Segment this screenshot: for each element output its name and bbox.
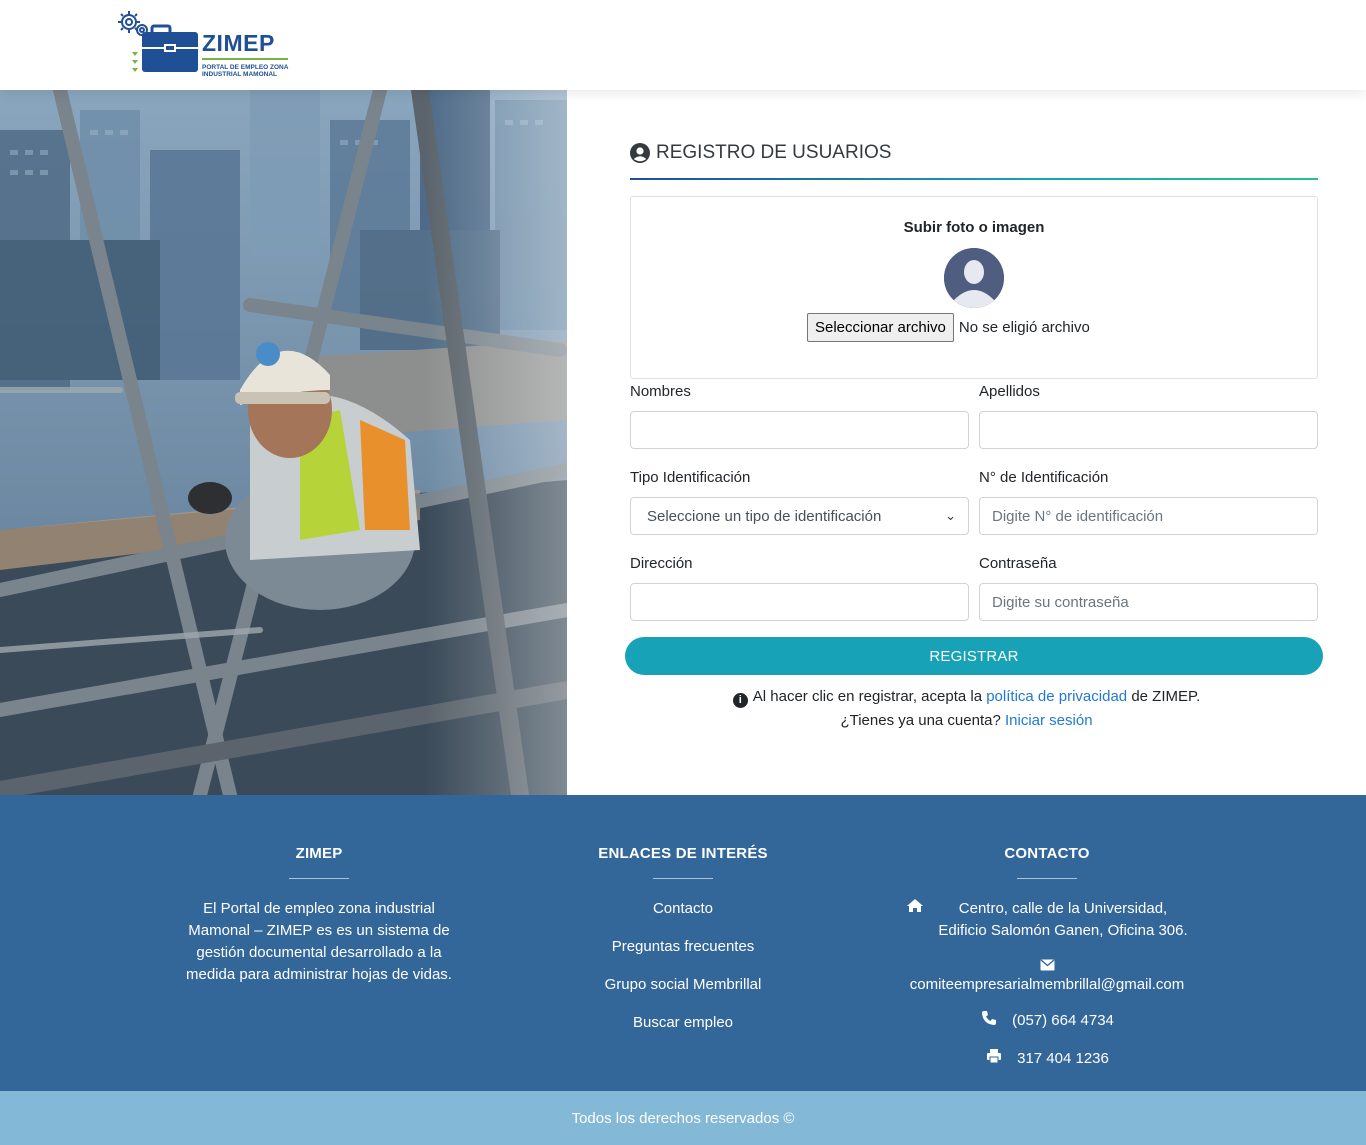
printer-icon <box>985 1048 1003 1064</box>
contact-fax-text: 317 404 1236 <box>1017 1050 1109 1067</box>
user-circle-icon <box>630 143 650 163</box>
privacy-notice: i Al hacer clic en registrar, acepta la p… <box>559 685 1366 733</box>
form-title: REGISTRO DE USUARIOS <box>630 142 891 164</box>
contact-fax: 317 404 1236 <box>897 1048 1197 1070</box>
footer-about: ZIMEP El Portal de empleo zona industria… <box>180 845 458 986</box>
direccion-input[interactable] <box>630 583 969 621</box>
contact-address: Centro, calle de la Universidad, Edifici… <box>897 898 1197 942</box>
copyright-bar: Todos los derechos reservados © <box>0 1091 1366 1145</box>
avatar-placeholder-icon <box>944 248 1004 308</box>
address-line-1: Centro, calle de la Universidad, <box>958 900 1168 917</box>
login-link[interactable]: Iniciar sesión <box>1005 712 1093 729</box>
footer-divider <box>653 878 713 879</box>
privacy-suffix: de ZIMEP. <box>1131 688 1201 705</box>
envelope-icon <box>1038 959 1056 971</box>
tipo-id-select[interactable]: Seleccione un tipo de identificación ⌄ <box>630 497 969 535</box>
registration-form: REGISTRO DE USUARIOS Subir foto o imagen… <box>567 90 1366 795</box>
site-footer: ZIMEP El Portal de empleo zona industria… <box>0 795 1366 1091</box>
num-id-label: N° de Identificación <box>979 469 1109 486</box>
footer-links: ENLACES DE INTERÉS Contacto Preguntas fr… <box>573 845 793 1050</box>
tipo-id-label: Tipo Identificación <box>630 469 751 486</box>
address-line-2: Edificio Salomón Ganen, Oficina 306. <box>938 922 1188 939</box>
num-id-input[interactable]: Digite N° de identificación <box>979 497 1318 535</box>
hero-construction-image <box>0 90 567 795</box>
footer-divider <box>1017 878 1077 879</box>
direccion-label: Dirección <box>630 555 693 572</box>
contact-email-text[interactable]: comiteempresarialmembrillal@gmail.com <box>910 976 1184 993</box>
chevron-down-icon: ⌄ <box>945 508 956 523</box>
footer-about-text: El Portal de empleo zona industrial Mamo… <box>186 900 452 983</box>
logo-title: ZIMEP <box>202 30 275 56</box>
photo-upload-box: Subir foto o imagen Seleccionar archivo … <box>630 196 1318 379</box>
login-prefix: ¿Tienes ya una cuenta? <box>840 712 1001 729</box>
contact-email: comiteempresarialmembrillal@gmail.com <box>897 958 1197 994</box>
footer-link-buscar-empleo[interactable]: Buscar empleo <box>573 1012 793 1050</box>
register-button[interactable]: REGISTRAR <box>625 637 1323 675</box>
logo-underline <box>202 58 288 60</box>
apellidos-input[interactable] <box>979 411 1318 449</box>
footer-links-title: ENLACES DE INTERÉS <box>598 845 768 862</box>
select-file-button[interactable]: Seleccionar archivo <box>807 313 954 342</box>
zimep-logo[interactable]: ZIMEP PORTAL DE EMPLEO ZONA INDUSTRIAL M… <box>116 8 296 82</box>
upload-title: Subir foto o imagen <box>903 219 1045 236</box>
copyright-text: Todos los derechos reservados © <box>571 1109 795 1127</box>
privacy-policy-link[interactable]: política de privacidad <box>986 688 1127 705</box>
contact-phone: (057) 664 4734 <box>897 1010 1197 1032</box>
site-header: ZIMEP PORTAL DE EMPLEO ZONA INDUSTRIAL M… <box>0 0 1366 90</box>
construction-worker-illustration <box>0 90 567 795</box>
footer-divider <box>289 878 349 879</box>
footer-contact-title: CONTACTO <box>1004 845 1090 862</box>
apellidos-label: Apellidos <box>979 383 1040 400</box>
nombres-label: Nombres <box>630 383 691 400</box>
file-input[interactable]: Seleccionar archivo No se eligió archivo <box>807 313 1090 342</box>
contrasena-placeholder: Digite su contraseña <box>992 593 1129 611</box>
form-title-text: REGISTRO DE USUARIOS <box>656 142 892 163</box>
nombres-input[interactable] <box>630 411 969 449</box>
logo-subtitle: PORTAL DE EMPLEO ZONA INDUSTRIAL MAMONAL <box>202 64 289 78</box>
privacy-prefix: Al hacer clic en registrar, acepta la <box>752 688 983 705</box>
footer-link-contacto[interactable]: Contacto <box>573 898 793 936</box>
footer-about-title: ZIMEP <box>295 845 343 862</box>
title-divider <box>630 178 1318 180</box>
contrasena-input[interactable]: Digite su contraseña <box>979 583 1318 621</box>
contact-phone-text: (057) 664 4734 <box>1012 1012 1114 1029</box>
contrasena-label: Contraseña <box>979 555 1057 572</box>
logo-briefcase-gears-icon <box>118 11 198 72</box>
footer-link-faq[interactable]: Preguntas frecuentes <box>573 936 793 974</box>
home-icon <box>906 898 924 913</box>
info-icon: i <box>732 693 748 708</box>
phone-icon <box>980 1010 998 1026</box>
tipo-id-selected: Seleccione un tipo de identificación <box>647 507 882 525</box>
footer-contact: CONTACTO Centro, calle de la Universidad… <box>897 845 1197 1070</box>
num-id-placeholder: Digite N° de identificación <box>992 507 1164 525</box>
footer-link-grupo-social[interactable]: Grupo social Membrillal <box>573 974 793 1012</box>
file-status: No se eligió archivo <box>958 319 1090 336</box>
